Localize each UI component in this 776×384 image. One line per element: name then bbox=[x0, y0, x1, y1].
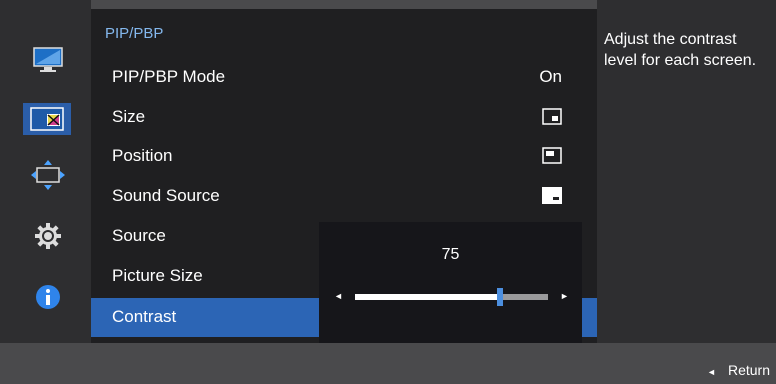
onscreen-display-icon bbox=[31, 160, 65, 190]
system-gear-icon bbox=[35, 223, 61, 249]
category-sidebar bbox=[0, 0, 91, 343]
contrast-slider-popup: 75 ◄ ► bbox=[319, 222, 582, 343]
sidebar-item-information[interactable] bbox=[26, 281, 70, 313]
help-text: Adjust the contrast level for each scree… bbox=[604, 31, 757, 69]
slider-thumb[interactable] bbox=[497, 288, 503, 306]
menu-item-pip-pbp-mode[interactable]: PIP/PBP Mode On bbox=[91, 58, 597, 97]
size-icon bbox=[542, 108, 562, 125]
menu-item-position[interactable]: Position bbox=[91, 137, 597, 176]
sound-source-icon bbox=[542, 187, 562, 204]
menu-item-sound-source[interactable]: Sound Source bbox=[91, 177, 597, 216]
menu-item-value: On bbox=[539, 67, 562, 86]
menu-title: PIP/PBP bbox=[105, 25, 164, 42]
slider-decrease-icon[interactable]: ◄ bbox=[334, 291, 343, 301]
return-arrow-icon: ◄ bbox=[707, 367, 716, 377]
menu-item-label: Picture Size bbox=[112, 266, 203, 285]
pip-pbp-icon bbox=[30, 107, 64, 131]
menu-item-label: Size bbox=[112, 107, 146, 126]
contrast-slider[interactable] bbox=[355, 288, 548, 306]
information-icon bbox=[36, 285, 60, 309]
menu-item-label: Sound Source bbox=[112, 186, 220, 205]
slider-value: 75 bbox=[441, 246, 460, 263]
menu-item-label: Position bbox=[112, 146, 173, 165]
menu-item-label: Source bbox=[112, 226, 166, 245]
sidebar-item-system[interactable] bbox=[26, 220, 70, 252]
sidebar-item-onscreen-display[interactable] bbox=[26, 159, 70, 191]
position-icon bbox=[542, 147, 562, 164]
return-button[interactable]: ◄ Return bbox=[707, 362, 770, 378]
footer-bar: ◄ Return bbox=[0, 343, 776, 384]
sidebar-item-picture[interactable] bbox=[26, 44, 70, 76]
slider-fill bbox=[355, 294, 500, 300]
picture-icon bbox=[33, 47, 63, 72]
menu-item-size[interactable]: Size bbox=[91, 98, 597, 137]
slider-increase-icon[interactable]: ► bbox=[560, 291, 569, 301]
menu-item-label: Contrast bbox=[112, 307, 177, 326]
sidebar-item-pip-pbp[interactable] bbox=[23, 103, 71, 135]
menu-item-label: PIP/PBP Mode bbox=[112, 67, 226, 86]
help-panel: Adjust the contrast level for each scree… bbox=[597, 0, 776, 343]
return-label: Return bbox=[727, 362, 770, 378]
